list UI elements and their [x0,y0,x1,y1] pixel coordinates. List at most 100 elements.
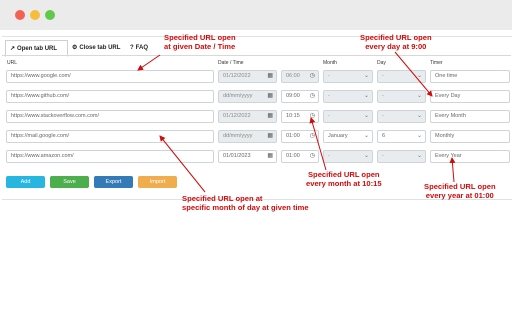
timer-select[interactable]: Every Year [430,150,510,163]
calendar-icon[interactable]: ▦ [267,71,273,82]
column-header-datetime: Date / Time [218,60,244,66]
chevron-down-icon: ⌄ [363,93,369,99]
import-button[interactable]: Import [138,176,177,188]
chevron-down-icon: ⌄ [416,133,422,139]
chevron-down-icon: ⌄ [416,73,422,79]
window-titlebar [0,0,512,30]
month-value: - [328,113,330,119]
url-input[interactable]: https://www.google.com/ [6,70,214,83]
timer-select[interactable]: Every Month [430,110,510,123]
date-input[interactable]: 01/01/2023 ▦ [218,150,277,163]
chevron-down-icon: ⌄ [363,153,369,159]
day-select[interactable]: - ⌄ [377,70,426,83]
time-input[interactable]: 06:00 ◷ [281,70,319,83]
tab-label: Close tab URL [79,45,121,51]
date-value: 01/12/2022 [223,113,251,119]
month-value: - [328,73,330,79]
gear-icon: ⚙ [72,45,78,51]
month-select[interactable]: - ⌄ [323,70,373,83]
column-header-timer: Timer [430,60,443,66]
tab-label: Open tab URL [17,46,58,52]
day-select[interactable]: - ⌄ [377,150,426,163]
date-input[interactable]: 01/12/2022 ▦ [218,110,277,123]
tab-divider [2,55,511,56]
date-value: 01/01/2023 [223,153,251,159]
time-input[interactable]: 09:00 ◷ [281,90,319,103]
calendar-icon[interactable]: ▦ [267,91,273,102]
chevron-down-icon: ⌄ [416,153,422,159]
clock-icon[interactable]: ◷ [310,151,315,162]
chevron-down-icon: ⌄ [363,73,369,79]
annotation-line: specific month of day at given time [182,202,309,212]
column-header-url: URL [7,60,18,66]
month-value: - [328,153,330,159]
time-input[interactable]: 01:00 ◷ [281,150,319,163]
time-value: 06:00 [286,73,300,79]
save-button[interactable]: Save [50,176,89,188]
timer-select[interactable]: Monthly [430,130,510,143]
day-value: - [382,153,384,159]
date-input[interactable]: 01/12/2022 ▦ [218,70,277,83]
timer-select[interactable]: Every Day [430,90,510,103]
add-button[interactable]: Add [6,176,45,188]
chevron-down-icon: ⌄ [363,113,369,119]
annotation-line: every year at 01:00 [425,190,494,200]
annotation-line: every month at 10:15 [306,178,382,188]
chevron-down-icon: ⌄ [416,113,422,119]
maximize-window-icon[interactable] [45,10,55,20]
chevron-down-icon: ⌄ [416,93,422,99]
annotation-line: at given Date / Time [164,41,236,51]
export-button[interactable]: Export [94,176,133,188]
column-header-month: Month [323,60,337,66]
time-input[interactable]: 01:00 ◷ [281,130,319,143]
month-value: January [328,133,348,139]
day-value: - [382,73,384,79]
calendar-icon[interactable]: ▦ [267,131,273,142]
close-window-icon[interactable] [15,10,25,20]
annotation-specific-month: Specified URL open at specific month of … [182,194,309,212]
time-value: 01:00 [286,133,300,139]
date-value: dd/mm/yyyy [223,93,253,99]
calendar-icon[interactable]: ▦ [267,151,273,162]
clock-icon[interactable]: ◷ [310,131,315,142]
url-input[interactable]: https://mail.google.com/ [6,130,214,143]
annotation-every-year: Specified URL open every year at 01:00 [424,182,496,200]
time-value: 01:00 [286,153,300,159]
month-select[interactable]: January ⌄ [323,130,373,143]
annotation-date-time: Specified URL open at given Date / Time [164,33,236,51]
date-value: dd/mm/yyyy [223,133,253,139]
column-header-day: Day [377,60,386,66]
time-input[interactable]: 10:15 ◷ [281,110,319,123]
date-input[interactable]: dd/mm/yyyy ▦ [218,90,277,103]
annotation-every-day: Specified URL open every day at 9:00 [360,33,432,51]
url-input[interactable]: https://www.stackoverflow.com.com/ [6,110,214,123]
annotation-every-month: Specified URL open every month at 10:15 [306,170,382,188]
external-link-icon: ↗ [10,46,16,52]
date-value: 01/12/2022 [223,73,251,79]
day-select[interactable]: 6 ⌄ [377,130,426,143]
chevron-down-icon: ⌄ [363,133,369,139]
time-value: 10:15 [286,113,300,119]
day-value: - [382,93,384,99]
timer-select[interactable]: One time [430,70,510,83]
url-input[interactable]: https://www.amazon.com/ [6,150,214,163]
url-input[interactable]: https://www.github.com/ [6,90,214,103]
clock-icon[interactable]: ◷ [310,91,315,102]
month-select[interactable]: - ⌄ [323,150,373,163]
day-select[interactable]: - ⌄ [377,110,426,123]
question-icon: ? [130,45,134,51]
time-value: 09:00 [286,93,300,99]
tab-label: FAQ [135,45,149,51]
clock-icon[interactable]: ◷ [310,111,315,122]
clock-icon[interactable]: ◷ [310,71,315,82]
day-value: - [382,113,384,119]
month-select[interactable]: - ⌄ [323,110,373,123]
annotation-line: every day at 9:00 [365,41,427,51]
minimize-window-icon[interactable] [30,10,40,20]
month-value: - [328,93,330,99]
calendar-icon[interactable]: ▦ [267,111,273,122]
day-select[interactable]: - ⌄ [377,90,426,103]
month-select[interactable]: - ⌄ [323,90,373,103]
day-value: 6 [382,133,386,139]
date-input[interactable]: dd/mm/yyyy ▦ [218,130,277,143]
